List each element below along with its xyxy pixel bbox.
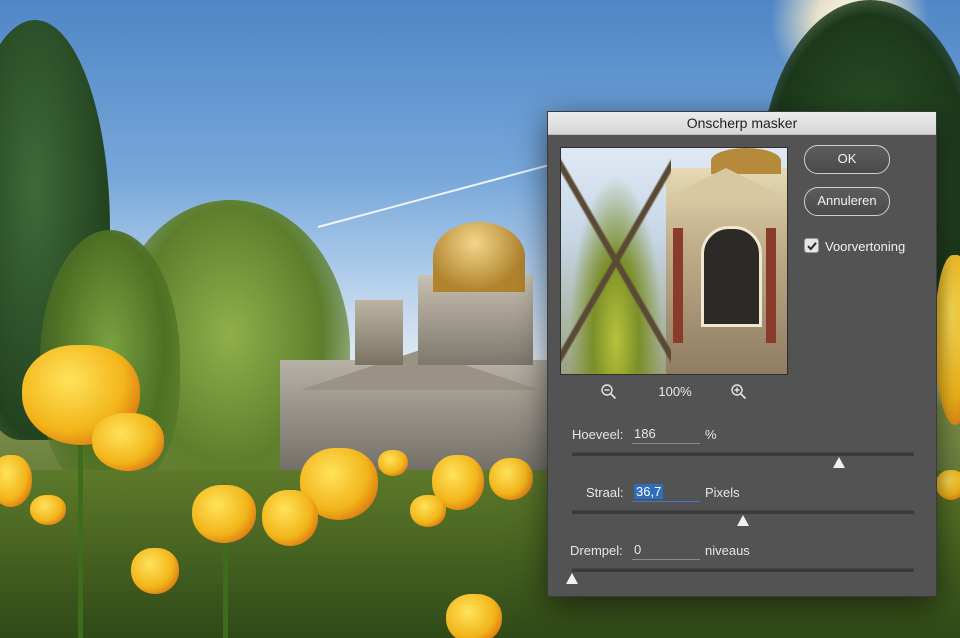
- radius-value: 36,7: [634, 484, 664, 499]
- amount-input[interactable]: 186: [632, 426, 700, 444]
- zoom-controls: 100%: [560, 380, 786, 404]
- preview-column: [673, 228, 683, 343]
- amount-value: 186: [634, 426, 656, 441]
- contrail: [317, 161, 560, 228]
- amount-slider-thumb[interactable]: [832, 457, 845, 468]
- zoom-level: 100%: [658, 384, 692, 399]
- checkmark-icon: [807, 242, 817, 251]
- amount-unit: %: [705, 427, 717, 442]
- tulip: [378, 450, 408, 476]
- threshold-unit: niveaus: [705, 543, 750, 558]
- threshold-slider-thumb[interactable]: [566, 573, 578, 584]
- tulip: [935, 255, 960, 425]
- amount-label: Hoeveel:: [572, 427, 624, 442]
- unsharp-mask-dialog: Onscherp masker 100% OK Annuleren Voorve…: [547, 111, 937, 597]
- preview-checkbox-label: Voorvertoning: [825, 239, 906, 254]
- threshold-label: Drempel:: [570, 543, 623, 558]
- amount-slider[interactable]: [572, 452, 914, 456]
- threshold-slider[interactable]: [572, 568, 914, 572]
- threshold-value: 0: [634, 542, 642, 557]
- tulip-stem: [223, 540, 228, 638]
- radius-slider[interactable]: [572, 510, 914, 514]
- tulip: [30, 495, 66, 525]
- preview-branches: [561, 148, 671, 374]
- tulip: [131, 548, 179, 594]
- tulip: [192, 485, 256, 543]
- radius-input[interactable]: 36,7: [632, 484, 700, 502]
- radius-unit: Pixels: [705, 485, 740, 500]
- threshold-input[interactable]: 0: [632, 542, 700, 560]
- cathedral-dome: [433, 222, 525, 292]
- zoom-in-icon[interactable]: [730, 383, 748, 401]
- preview-arch: [701, 226, 762, 327]
- zoom-out-icon[interactable]: [600, 383, 618, 401]
- tulip: [446, 594, 502, 638]
- cancel-button[interactable]: Annuleren: [804, 187, 890, 216]
- preview-checkbox[interactable]: [804, 238, 819, 253]
- tulip: [489, 458, 533, 500]
- ok-button[interactable]: OK: [804, 145, 890, 174]
- dialog-title[interactable]: Onscherp masker: [548, 112, 936, 135]
- cathedral-bell-tower: [355, 300, 403, 365]
- tulip: [936, 470, 960, 500]
- tulip-stem: [78, 440, 83, 638]
- tulip: [92, 413, 164, 471]
- radius-label: Straal:: [586, 485, 624, 500]
- preview-pediment: [666, 168, 786, 198]
- tulip: [262, 490, 318, 546]
- preview-column: [766, 228, 776, 343]
- filter-preview[interactable]: [560, 147, 788, 375]
- tulip: [410, 495, 446, 527]
- radius-slider-thumb[interactable]: [737, 515, 749, 526]
